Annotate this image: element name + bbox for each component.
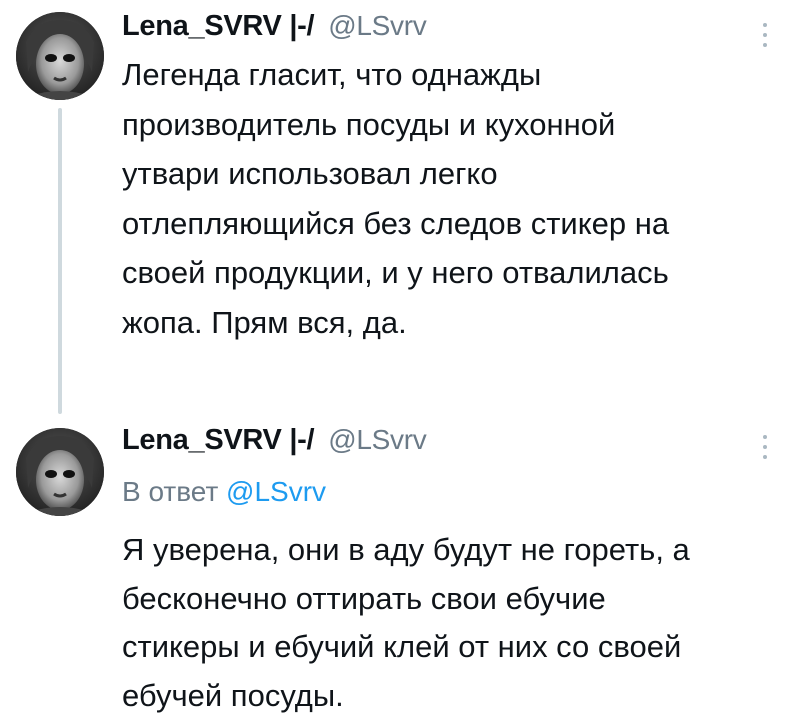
tweet[interactable]: Lena_SVRV |-/ @LSvrv Легенда гласит, что… xyxy=(0,0,800,414)
reply-to-prefix: В ответ xyxy=(122,476,219,507)
username-handle[interactable]: @LSvrv xyxy=(328,424,427,456)
tweet-text-line: Я уверена, они в аду будут не гореть, а xyxy=(122,532,690,567)
thread-connector-line xyxy=(58,108,62,414)
avatar-icon xyxy=(16,428,104,516)
avatar-icon xyxy=(16,12,104,100)
tweet-text-line: ебучей посуды. xyxy=(122,677,344,713)
tweet-text-line: Легенда гласит, что однажды xyxy=(122,57,542,92)
more-vertical-icon[interactable] xyxy=(758,20,772,50)
reply-to-mention-link[interactable]: @LSvrv xyxy=(226,476,326,507)
tweet-text-line: отлепляющийся без следов стикер на xyxy=(122,205,670,241)
tweet[interactable]: Lena_SVRV |-/ @LSvrv В ответ @LSvrv Я ув… xyxy=(0,410,800,717)
tweet-text-line: жопа. Прям вся, да. xyxy=(122,304,407,340)
avatar[interactable] xyxy=(16,428,104,516)
username-handle[interactable]: @LSvrv xyxy=(328,10,427,42)
tweet-text-line: стикеры и ебучий клей от них со своей xyxy=(122,629,682,664)
tweet-text-line: утвари использовал легко xyxy=(122,156,498,191)
tweet-text: Легенда гласит, что однажды производител… xyxy=(122,50,782,347)
more-vertical-icon[interactable] xyxy=(758,432,772,462)
display-name[interactable]: Lena_SVRV |-/ xyxy=(122,10,315,43)
display-name[interactable]: Lena_SVRV |-/ xyxy=(122,424,315,457)
avatar[interactable] xyxy=(16,12,104,100)
tweet-text: Я уверена, они в аду будут не гореть, а … xyxy=(122,526,782,717)
tweet-header: Lena_SVRV |-/ @LSvrv xyxy=(122,10,740,43)
reply-to-context: В ответ @LSvrv xyxy=(122,476,326,508)
tweet-text-line: производитель посуды и кухонной xyxy=(122,106,616,142)
tweet-header: Lena_SVRV |-/ @LSvrv xyxy=(122,424,740,457)
tweet-text-line: бесконечно оттирать свои ебучие xyxy=(122,580,606,616)
tweet-text-line: своей продукции, и у него отвалилась xyxy=(122,255,669,290)
tweet-thread: Lena_SVRV |-/ @LSvrv Легенда гласит, что… xyxy=(0,0,800,717)
